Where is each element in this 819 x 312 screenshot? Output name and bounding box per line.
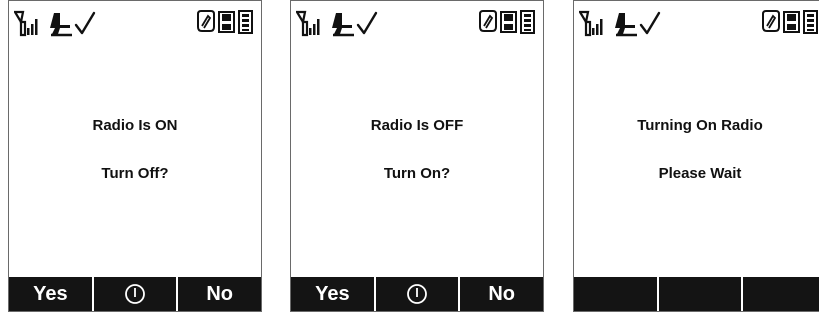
progress-status-text: Turning On Radio: [637, 117, 763, 134]
airplane-mode-icon: [332, 13, 354, 37]
power-softkey[interactable]: [373, 277, 459, 311]
prompt-text: Turn On?: [383, 165, 451, 182]
signal-strength-icon: [579, 10, 603, 37]
memory-card-icon: [783, 11, 800, 33]
center-softkey[interactable]: [656, 277, 742, 311]
no-softkey[interactable]: No: [176, 277, 261, 311]
memory-card-icon: [500, 11, 517, 33]
radio-status-text: Radio Is OFF: [370, 117, 464, 134]
message-icon: [762, 10, 780, 32]
yes-softkey[interactable]: Yes: [291, 277, 374, 311]
wait-text: Please Wait: [658, 165, 742, 182]
signal-strength-icon: [296, 10, 320, 37]
signal-strength-icon: [14, 10, 38, 37]
power-icon: [125, 284, 145, 304]
airplane-mode-icon: [50, 13, 72, 37]
right-softkey[interactable]: [741, 277, 819, 311]
status-bar: [574, 5, 819, 39]
message-icon: [479, 10, 497, 32]
phone-screen-radio-on: Radio Is ON Turn Off? Yes No: [8, 0, 262, 312]
checkmark-icon: [356, 11, 378, 35]
phone-screen-radio-off: Radio Is OFF Turn On? Yes No: [290, 0, 544, 312]
prompt-text: Turn Off?: [101, 165, 169, 182]
left-softkey[interactable]: [574, 277, 657, 311]
phone-screen-turning-on: Turning On Radio Please Wait: [573, 0, 819, 312]
softkey-bar: Yes No: [291, 277, 543, 311]
message-icon: [197, 10, 215, 32]
power-softkey[interactable]: [91, 277, 177, 311]
power-icon: [407, 284, 427, 304]
yes-softkey[interactable]: Yes: [9, 277, 92, 311]
battery-icon: [803, 10, 818, 34]
radio-status-text: Radio Is ON: [92, 117, 178, 134]
no-softkey[interactable]: No: [458, 277, 543, 311]
battery-icon: [520, 10, 535, 34]
memory-card-icon: [218, 11, 235, 33]
airplane-mode-icon: [615, 13, 637, 37]
status-bar: [9, 5, 261, 39]
battery-icon: [238, 10, 253, 34]
status-bar: [291, 5, 543, 39]
checkmark-icon: [74, 11, 96, 35]
checkmark-icon: [639, 11, 661, 35]
softkey-bar: [574, 277, 819, 311]
softkey-bar: Yes No: [9, 277, 261, 311]
